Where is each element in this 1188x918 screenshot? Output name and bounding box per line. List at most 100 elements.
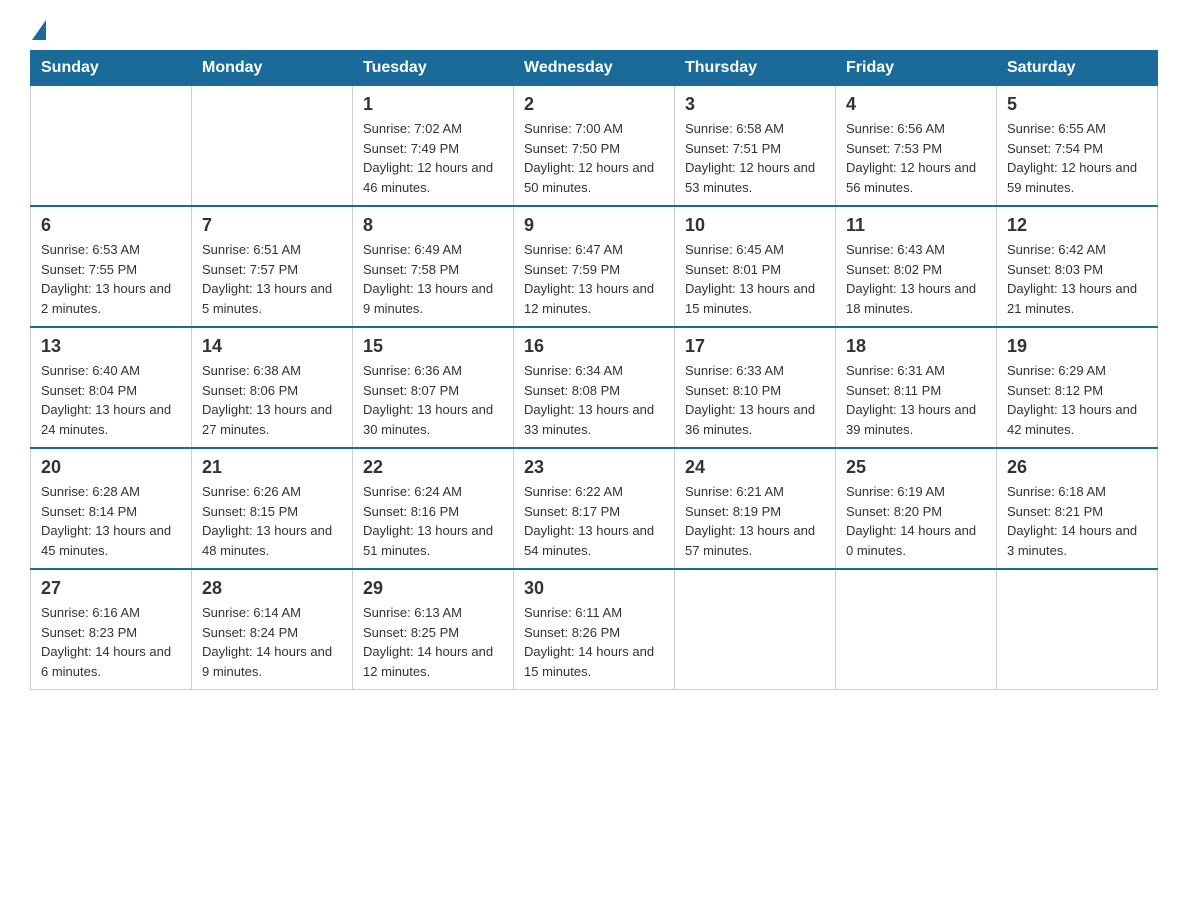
day-number: 20 (41, 457, 181, 478)
calendar-cell: 11 Sunrise: 6:43 AM Sunset: 8:02 PM Dayli… (836, 206, 997, 327)
day-info: Sunrise: 6:16 AM Sunset: 8:23 PM Dayligh… (41, 603, 181, 681)
day-number: 28 (202, 578, 342, 599)
calendar-week-row: 13 Sunrise: 6:40 AM Sunset: 8:04 PM Dayli… (31, 327, 1158, 448)
day-number: 26 (1007, 457, 1147, 478)
day-number: 25 (846, 457, 986, 478)
calendar-cell: 4Sunrise: 6:56 AM Sunset: 7:53 PM Daylig… (836, 86, 997, 207)
day-info: Sunrise: 6:42 AM Sunset: 8:03 PM Dayligh… (1007, 240, 1147, 318)
day-info: Sunrise: 6:26 AM Sunset: 8:15 PM Dayligh… (202, 482, 342, 560)
calendar-cell: 19 Sunrise: 6:29 AM Sunset: 8:12 PM Dayli… (997, 327, 1158, 448)
day-number: 6 (41, 215, 181, 236)
day-number: 5 (1007, 94, 1147, 115)
day-info: Sunrise: 7:00 AM Sunset: 7:50 PM Dayligh… (524, 119, 664, 197)
calendar-cell (675, 569, 836, 690)
column-header-sunday: Sunday (31, 51, 192, 86)
day-info: Sunrise: 6:40 AM Sunset: 8:04 PM Dayligh… (41, 361, 181, 439)
calendar-cell: 20 Sunrise: 6:28 AM Sunset: 8:14 PM Dayli… (31, 448, 192, 569)
day-number: 27 (41, 578, 181, 599)
day-info: Sunrise: 6:22 AM Sunset: 8:17 PM Dayligh… (524, 482, 664, 560)
day-number: 12 (1007, 215, 1147, 236)
day-number: 4 (846, 94, 986, 115)
calendar-cell: 28 Sunrise: 6:14 AM Sunset: 8:24 PM Dayli… (192, 569, 353, 690)
calendar-cell: 16 Sunrise: 6:34 AM Sunset: 8:08 PM Dayli… (514, 327, 675, 448)
calendar-cell (836, 569, 997, 690)
day-number: 24 (685, 457, 825, 478)
calendar-cell: 21 Sunrise: 6:26 AM Sunset: 8:15 PM Dayli… (192, 448, 353, 569)
day-info: Sunrise: 6:21 AM Sunset: 8:19 PM Dayligh… (685, 482, 825, 560)
day-info: Sunrise: 6:38 AM Sunset: 8:06 PM Dayligh… (202, 361, 342, 439)
day-number: 18 (846, 336, 986, 357)
calendar-cell: 15Sunrise: 6:36 AM Sunset: 8:07 PM Dayli… (353, 327, 514, 448)
day-number: 13 (41, 336, 181, 357)
calendar-cell: 17 Sunrise: 6:33 AM Sunset: 8:10 PM Dayli… (675, 327, 836, 448)
calendar-cell: 24 Sunrise: 6:21 AM Sunset: 8:19 PM Dayli… (675, 448, 836, 569)
day-info: Sunrise: 6:47 AM Sunset: 7:59 PM Dayligh… (524, 240, 664, 318)
column-header-thursday: Thursday (675, 51, 836, 86)
calendar-cell: 9 Sunrise: 6:47 AM Sunset: 7:59 PM Daylig… (514, 206, 675, 327)
calendar-cell: 12 Sunrise: 6:42 AM Sunset: 8:03 PM Dayli… (997, 206, 1158, 327)
day-number: 21 (202, 457, 342, 478)
day-number: 16 (524, 336, 664, 357)
day-info: Sunrise: 6:24 AM Sunset: 8:16 PM Dayligh… (363, 482, 503, 560)
day-number: 23 (524, 457, 664, 478)
calendar-cell: 23 Sunrise: 6:22 AM Sunset: 8:17 PM Dayli… (514, 448, 675, 569)
day-info: Sunrise: 6:18 AM Sunset: 8:21 PM Dayligh… (1007, 482, 1147, 560)
column-header-friday: Friday (836, 51, 997, 86)
calendar-cell (31, 86, 192, 207)
day-info: Sunrise: 6:28 AM Sunset: 8:14 PM Dayligh… (41, 482, 181, 560)
day-info: Sunrise: 6:43 AM Sunset: 8:02 PM Dayligh… (846, 240, 986, 318)
calendar-table: SundayMondayTuesdayWednesdayThursdayFrid… (30, 50, 1158, 690)
day-info: Sunrise: 6:29 AM Sunset: 8:12 PM Dayligh… (1007, 361, 1147, 439)
day-info: Sunrise: 6:36 AM Sunset: 8:07 PM Dayligh… (363, 361, 503, 439)
day-number: 10 (685, 215, 825, 236)
day-number: 9 (524, 215, 664, 236)
calendar-cell: 14 Sunrise: 6:38 AM Sunset: 8:06 PM Dayli… (192, 327, 353, 448)
day-info: Sunrise: 6:13 AM Sunset: 8:25 PM Dayligh… (363, 603, 503, 681)
day-number: 14 (202, 336, 342, 357)
calendar-week-row: 20 Sunrise: 6:28 AM Sunset: 8:14 PM Dayli… (31, 448, 1158, 569)
day-number: 7 (202, 215, 342, 236)
day-number: 22 (363, 457, 503, 478)
page-header (30, 20, 1158, 40)
day-info: Sunrise: 6:33 AM Sunset: 8:10 PM Dayligh… (685, 361, 825, 439)
calendar-cell: 13 Sunrise: 6:40 AM Sunset: 8:04 PM Dayli… (31, 327, 192, 448)
column-header-wednesday: Wednesday (514, 51, 675, 86)
calendar-cell: 22 Sunrise: 6:24 AM Sunset: 8:16 PM Dayli… (353, 448, 514, 569)
day-number: 17 (685, 336, 825, 357)
day-number: 8 (363, 215, 503, 236)
day-info: Sunrise: 7:02 AM Sunset: 7:49 PM Dayligh… (363, 119, 503, 197)
calendar-cell: 26 Sunrise: 6:18 AM Sunset: 8:21 PM Dayli… (997, 448, 1158, 569)
logo (30, 20, 48, 40)
day-info: Sunrise: 6:14 AM Sunset: 8:24 PM Dayligh… (202, 603, 342, 681)
day-info: Sunrise: 6:53 AM Sunset: 7:55 PM Dayligh… (41, 240, 181, 318)
day-info: Sunrise: 6:34 AM Sunset: 8:08 PM Dayligh… (524, 361, 664, 439)
calendar-cell: 10 Sunrise: 6:45 AM Sunset: 8:01 PM Dayli… (675, 206, 836, 327)
day-number: 29 (363, 578, 503, 599)
day-info: Sunrise: 6:58 AM Sunset: 7:51 PM Dayligh… (685, 119, 825, 197)
day-info: Sunrise: 6:31 AM Sunset: 8:11 PM Dayligh… (846, 361, 986, 439)
calendar-cell: 5Sunrise: 6:55 AM Sunset: 7:54 PM Daylig… (997, 86, 1158, 207)
calendar-cell (997, 569, 1158, 690)
calendar-cell: 29 Sunrise: 6:13 AM Sunset: 8:25 PM Dayli… (353, 569, 514, 690)
calendar-cell: 6 Sunrise: 6:53 AM Sunset: 7:55 PM Daylig… (31, 206, 192, 327)
day-number: 19 (1007, 336, 1147, 357)
day-info: Sunrise: 6:19 AM Sunset: 8:20 PM Dayligh… (846, 482, 986, 560)
calendar-header-row: SundayMondayTuesdayWednesdayThursdayFrid… (31, 51, 1158, 86)
calendar-cell: 7Sunrise: 6:51 AM Sunset: 7:57 PM Daylig… (192, 206, 353, 327)
day-number: 11 (846, 215, 986, 236)
logo-triangle-icon (32, 20, 46, 40)
calendar-cell: 25 Sunrise: 6:19 AM Sunset: 8:20 PM Dayli… (836, 448, 997, 569)
column-header-monday: Monday (192, 51, 353, 86)
calendar-cell: 3Sunrise: 6:58 AM Sunset: 7:51 PM Daylig… (675, 86, 836, 207)
calendar-cell: 1 Sunrise: 7:02 AM Sunset: 7:49 PM Daylig… (353, 86, 514, 207)
calendar-cell: 8 Sunrise: 6:49 AM Sunset: 7:58 PM Daylig… (353, 206, 514, 327)
calendar-cell: 2Sunrise: 7:00 AM Sunset: 7:50 PM Daylig… (514, 86, 675, 207)
calendar-cell: 30Sunrise: 6:11 AM Sunset: 8:26 PM Dayli… (514, 569, 675, 690)
calendar-week-row: 1 Sunrise: 7:02 AM Sunset: 7:49 PM Daylig… (31, 86, 1158, 207)
day-info: Sunrise: 6:45 AM Sunset: 8:01 PM Dayligh… (685, 240, 825, 318)
day-info: Sunrise: 6:49 AM Sunset: 7:58 PM Dayligh… (363, 240, 503, 318)
day-number: 1 (363, 94, 503, 115)
day-info: Sunrise: 6:11 AM Sunset: 8:26 PM Dayligh… (524, 603, 664, 681)
calendar-cell (192, 86, 353, 207)
calendar-cell: 27 Sunrise: 6:16 AM Sunset: 8:23 PM Dayli… (31, 569, 192, 690)
